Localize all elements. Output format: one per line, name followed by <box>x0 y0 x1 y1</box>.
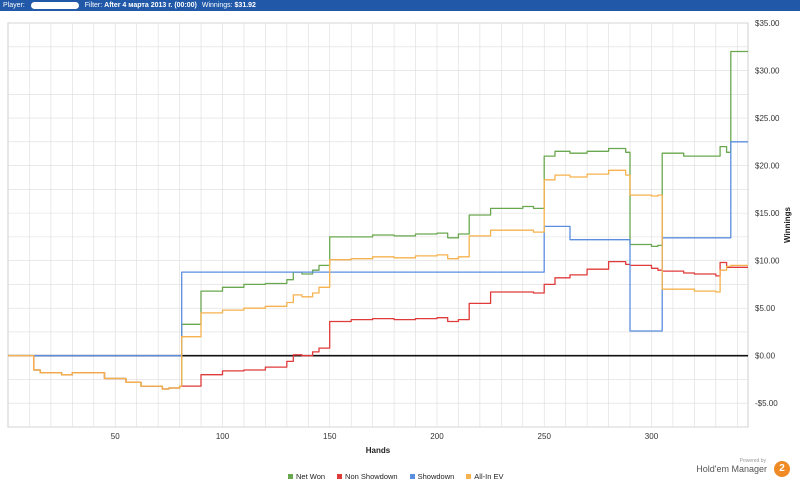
player-label: Player: <box>3 2 25 9</box>
winnings-chart: 50 100 150 200 250 300 -$5.00 $0.00 $5.00 $10.00 $… <box>7 19 792 455</box>
chart-legend: Net Won Non Showdown Showdown All-In EV <box>288 472 515 481</box>
winnings-label: Winnings: <box>201 2 233 9</box>
legend-swatch <box>466 474 472 479</box>
legend-label: All-In EV <box>474 472 504 481</box>
y-tick-label: $10.00 <box>755 257 780 266</box>
hem-logo-icon: 2 <box>774 461 790 477</box>
legend-swatch <box>409 474 415 479</box>
legend-item: Showdown <box>409 472 455 481</box>
filter-value: After 4 марта 2013 г. (00:00) <box>104 2 197 9</box>
legend-swatch <box>288 474 293 479</box>
y-tick-label: $5.00 <box>755 304 776 313</box>
x-axis-title: Hands <box>366 446 391 455</box>
y-tick-label: $15.00 <box>755 209 780 218</box>
x-tick-label: 150 <box>323 432 337 441</box>
legend-label: Showdown <box>417 472 455 481</box>
legend-item: Non Showdown <box>337 472 398 481</box>
legend-label: Net Won <box>296 472 326 481</box>
header-bar: Player: Filter: After 4 марта 2013 г. (0… <box>0 0 800 11</box>
brand-area: Powered by Hold'em Manager 2 <box>682 458 792 480</box>
x-tick-label: 50 <box>111 432 120 441</box>
y-tick-label: $35.00 <box>755 19 780 28</box>
legend-label: Non Showdown <box>345 472 398 481</box>
winnings-value: $31.92 <box>234 2 256 9</box>
y-tick-label: -$5.00 <box>755 399 778 408</box>
player-name-redacted <box>30 1 79 9</box>
y-tick-label: $30.00 <box>755 67 780 76</box>
legend-swatch <box>337 474 343 479</box>
plot-area <box>7 22 749 428</box>
y-axis-title: Winnings <box>783 206 792 242</box>
brand-name: Hold'em Manager <box>696 464 767 474</box>
x-tick-label: 200 <box>430 432 444 441</box>
legend-item: All-In EV <box>466 472 503 481</box>
x-tick-label: 100 <box>216 432 230 441</box>
y-tick-label: $25.00 <box>755 114 780 123</box>
x-tick-label: 300 <box>645 432 659 441</box>
legend-item: Net Won <box>288 472 325 481</box>
y-tick-label: $20.00 <box>755 162 780 171</box>
y-tick-label: $0.00 <box>755 352 776 361</box>
x-tick-label: 250 <box>538 432 552 441</box>
filter-label: Filter: <box>84 2 103 9</box>
